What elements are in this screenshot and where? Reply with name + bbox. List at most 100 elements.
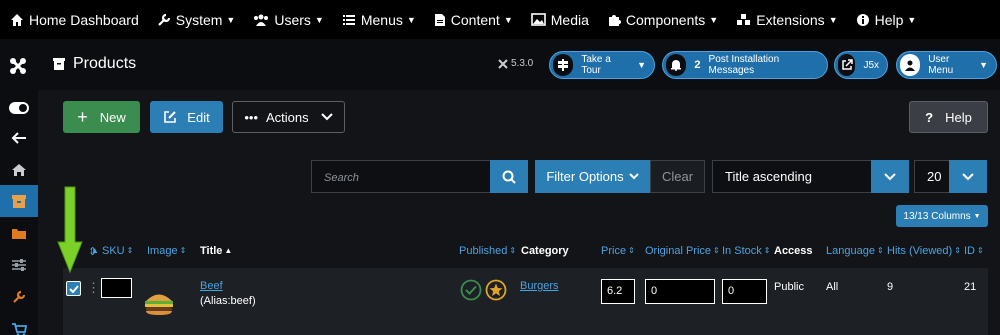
cubes-icon	[737, 13, 751, 25]
original-price-header[interactable]: Original Price ⇕	[645, 245, 720, 257]
menu-label: Home Dashboard	[29, 11, 139, 28]
original-price-field[interactable]: 0	[645, 279, 715, 304]
hits-value: 9	[887, 281, 894, 293]
joomla-logo-icon	[10, 58, 26, 74]
image-icon	[530, 13, 546, 26]
chevron-down-icon	[884, 172, 896, 180]
limit-select[interactable]: 20	[914, 160, 950, 193]
menu-label: System	[175, 11, 223, 28]
new-button[interactable]: + New	[63, 101, 140, 133]
sidebar-item-options[interactable]	[0, 249, 38, 281]
check-circle-icon	[460, 279, 482, 301]
search-input[interactable]: Search	[311, 160, 490, 193]
ordering-select-toggle[interactable]	[871, 160, 909, 193]
joomla-logo-icon	[498, 58, 508, 69]
version-text: 5.3.0	[511, 58, 534, 69]
new-label: New	[99, 109, 126, 125]
in-stock-header[interactable]: In Stock ⇕	[722, 245, 770, 257]
menu-label: Components	[625, 11, 706, 28]
page-title: Products	[73, 55, 137, 72]
edit-button[interactable]: Edit	[150, 101, 223, 133]
columns-label: 13/13 Columns	[903, 210, 971, 222]
id-header[interactable]: ID ⇕	[964, 245, 984, 257]
menu-system[interactable]: System ▼	[157, 11, 235, 28]
chevron-down-icon: ▼	[637, 60, 646, 70]
take-tour-label: Take a Tour	[581, 54, 611, 76]
take-tour-button[interactable]: Take a Tour ▼	[549, 51, 655, 79]
price-field[interactable]: 6.2	[601, 279, 635, 304]
drag-handle-icon[interactable]: ⋮	[87, 280, 100, 296]
sliders-icon	[12, 259, 26, 271]
columns-toggle-button[interactable]: 13/13 Columns ▼	[896, 205, 988, 227]
image-header[interactable]: Image ⇕	[147, 245, 186, 257]
title-header[interactable]: Title ▲	[200, 245, 232, 257]
menu-media[interactable]: Media	[530, 12, 589, 28]
sku-header[interactable]: ▲ SKU ⇕	[89, 245, 133, 257]
menu-label: Content	[450, 11, 500, 28]
search-button[interactable]	[490, 160, 528, 193]
signpost-icon	[558, 59, 569, 71]
table-header: ⇕ ▲ SKU ⇕ Image ⇕ Title ▲ Published ⇕ Catego…	[63, 234, 988, 268]
limit-select-toggle[interactable]	[949, 160, 987, 193]
menu-label: Menus	[360, 11, 403, 28]
caret-down-icon: ▼	[973, 212, 981, 220]
plus-icon: +	[77, 106, 88, 127]
row-checkbox[interactable]	[66, 281, 81, 296]
sort-icon: ⇕	[713, 246, 720, 255]
published-header[interactable]: Published ⇕	[459, 245, 516, 257]
menu-home-dashboard[interactable]: Home Dashboard	[10, 12, 139, 28]
sidebar-item-cart[interactable]	[0, 313, 38, 335]
sidebar-item-categories[interactable]	[0, 217, 38, 249]
version-label: 5.3.0	[498, 58, 533, 69]
menu-content[interactable]: Content ▼	[434, 12, 513, 28]
hits-header[interactable]: Hits (Viewed) ⇕	[887, 245, 961, 257]
menu-users[interactable]: Users ▼	[253, 11, 324, 28]
chevron-down-icon	[962, 172, 974, 180]
sidebar-item-tools[interactable]	[0, 281, 38, 313]
home-icon	[12, 164, 26, 176]
menu-label: Help	[874, 11, 904, 28]
price-header[interactable]: Price ⇕	[601, 245, 635, 257]
chevron-down-icon	[628, 173, 639, 180]
arrow-left-icon	[11, 132, 26, 144]
actions-dropdown[interactable]: ••• Actions	[232, 101, 345, 133]
language-header[interactable]: Language ⇕	[826, 245, 884, 257]
sidebar-item-home[interactable]	[0, 154, 38, 186]
sku-field[interactable]	[101, 278, 132, 298]
help-button[interactable]: ? Help	[909, 101, 988, 133]
filter-options-button[interactable]: Filter Options	[535, 160, 650, 193]
in-stock-field[interactable]: 0	[722, 279, 767, 304]
user-menu-button[interactable]: User Menu ▼	[896, 51, 997, 79]
post-install-messages-button[interactable]: 2 Post Installation Messages	[662, 51, 828, 79]
chevron-down-icon	[320, 113, 333, 121]
sidebar-back-button[interactable]	[0, 122, 38, 154]
sort-icon: ⇕	[628, 246, 635, 255]
menu-components[interactable]: Components ▼	[607, 12, 718, 28]
sidebar-item-products[interactable]	[0, 185, 38, 217]
folder-icon	[12, 228, 26, 239]
top-menu-bar: Home Dashboard System ▼ Users ▼ Menus ▼ Con…	[0, 0, 1000, 39]
clear-button[interactable]: Clear	[650, 160, 705, 193]
cart-icon	[12, 323, 27, 335]
product-title: Beef	[200, 280, 223, 292]
menu-extensions[interactable]: Extensions ▼	[736, 12, 838, 28]
post-install-label: Post Installation Messages	[708, 54, 780, 76]
sidebar-toggle-button[interactable]	[0, 92, 38, 124]
sort-icon: ⇕	[126, 246, 134, 255]
product-title-link[interactable]: Beef	[200, 280, 223, 292]
menu-label: Users	[274, 11, 311, 28]
featured-toggle[interactable]	[485, 279, 507, 304]
chevron-down-icon: ▼	[979, 60, 988, 70]
category-link[interactable]: Burgers	[520, 280, 559, 292]
list-icon	[342, 14, 355, 25]
category-name: Burgers	[520, 280, 559, 292]
ordering-select[interactable]: Title ascending	[712, 160, 872, 193]
j5x-site-button[interactable]: J5x	[834, 51, 888, 79]
menu-menus[interactable]: Menus ▼	[342, 12, 416, 28]
menu-help[interactable]: Help ▼	[856, 11, 916, 28]
published-toggle[interactable]	[460, 279, 482, 304]
sort-icon: ⇕	[509, 246, 517, 255]
access-value: Public	[774, 281, 804, 293]
info-icon	[856, 13, 869, 26]
page-header: Products 5.3.0 Take a Tour ▼ 2 Post Inst…	[38, 39, 1000, 90]
